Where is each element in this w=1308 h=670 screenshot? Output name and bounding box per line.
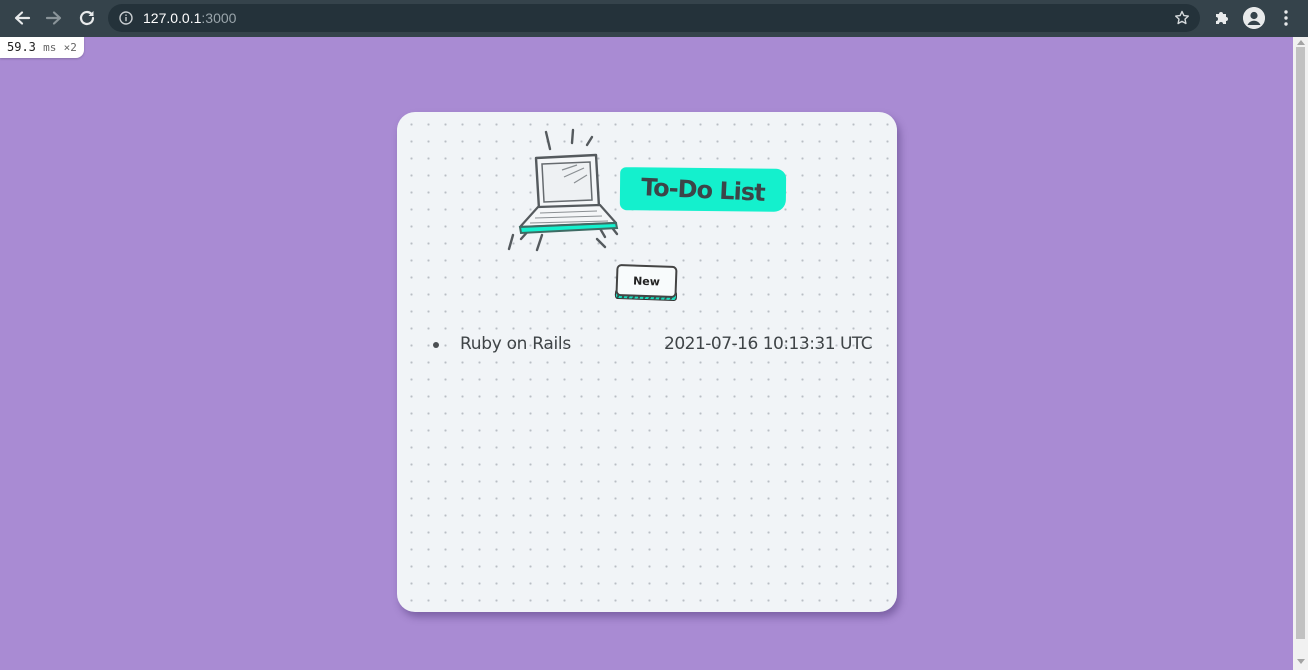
todo-list: Ruby on Rails 2021-07-16 10:13:31 UTC	[433, 334, 883, 356]
scrollbar-thumb[interactable]	[1296, 47, 1305, 639]
url-port: :3000	[201, 10, 237, 26]
performance-badge: 59.3 ms ×2	[0, 37, 84, 58]
address-bar[interactable]: 127.0.0.1:3000	[108, 4, 1200, 32]
star-icon[interactable]	[1174, 10, 1190, 26]
profile-icon[interactable]	[1243, 7, 1265, 29]
perf-value: 59.3	[7, 40, 36, 54]
puzzle-icon[interactable]	[1213, 9, 1231, 27]
back-arrow-icon[interactable]	[12, 8, 32, 28]
kebab-menu-icon[interactable]	[1278, 9, 1294, 27]
bullet-icon	[433, 342, 439, 348]
todo-name[interactable]: Ruby on Rails	[460, 334, 571, 354]
reload-icon[interactable]	[77, 8, 97, 28]
perf-multiplier: ×2	[63, 41, 77, 54]
scroll-down-arrow-icon[interactable]	[1297, 659, 1305, 664]
info-icon[interactable]	[119, 11, 133, 25]
forward-arrow-icon[interactable]	[44, 8, 64, 28]
browser-toolbar: 127.0.0.1:3000	[0, 0, 1308, 37]
title-badge: To-Do List	[619, 167, 787, 212]
todo-timestamp: 2021-07-16 10:13:31 UTC	[664, 334, 873, 354]
button-face[interactable]: New	[615, 263, 678, 299]
perf-unit: ms	[43, 41, 57, 54]
new-todo-button[interactable]: New	[614, 263, 679, 307]
scroll-up-arrow-icon[interactable]	[1297, 40, 1305, 45]
page-title: To-Do List	[640, 172, 766, 207]
url-host: 127.0.0.1	[143, 10, 202, 26]
url-text[interactable]: 127.0.0.1:3000	[143, 10, 236, 26]
new-button-label: New	[632, 274, 661, 288]
list-item[interactable]: Ruby on Rails 2021-07-16 10:13:31 UTC	[433, 334, 883, 356]
todo-card: To-Do List New Ruby on Rails 2021-07-16 …	[397, 112, 897, 612]
laptop-icon	[507, 128, 619, 252]
